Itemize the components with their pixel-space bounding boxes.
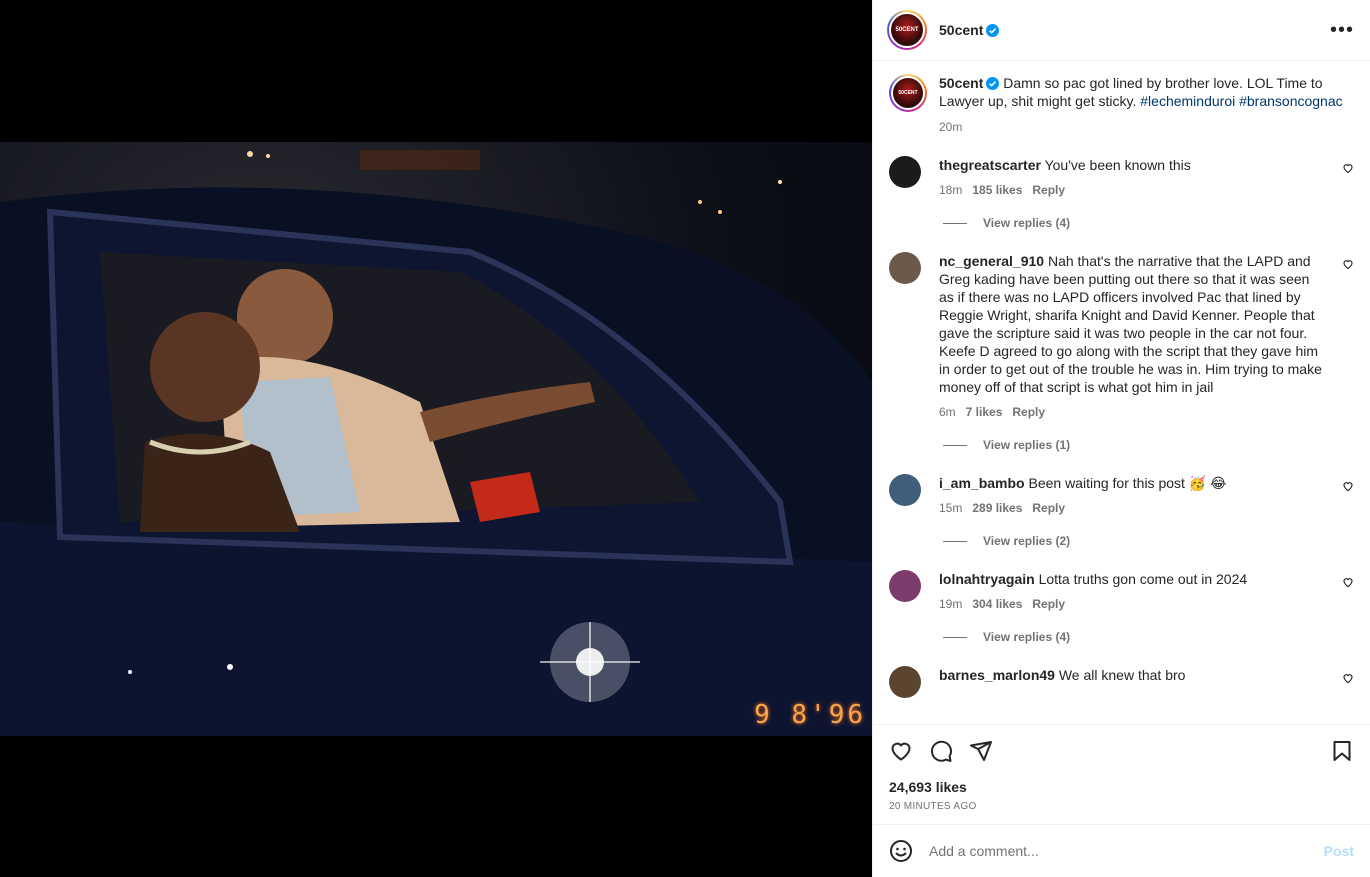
commenter-avatar[interactable] <box>889 156 921 188</box>
commenter-username[interactable]: i_am_bambo <box>939 475 1025 491</box>
comment: i_am_bambo Been waiting for this post 🥳 … <box>889 474 1354 515</box>
comment-time[interactable]: 6m <box>939 405 956 419</box>
hashtag-link[interactable]: #lecheminduroi <box>1140 93 1235 109</box>
post-header: 50CENT 50cent ••• <box>873 0 1370 61</box>
share-send-icon[interactable] <box>969 739 993 763</box>
commenter-avatar[interactable] <box>889 252 921 284</box>
like-comment-icon[interactable] <box>1342 162 1354 174</box>
comment-time[interactable]: 19m <box>939 597 962 611</box>
post-media: 9 8'96 <box>0 0 872 877</box>
commenter-username[interactable]: thegreatscarter <box>939 157 1041 173</box>
emoji-icon[interactable] <box>889 839 913 863</box>
commenter-avatar[interactable] <box>889 570 921 602</box>
view-replies-button[interactable]: View replies (4) <box>943 216 1354 230</box>
replies-divider <box>943 222 967 224</box>
post-actions: 24,693 likes 20 MINUTES AGO <box>873 724 1370 812</box>
comment-text: Lotta truths gon come out in 2024 <box>1038 571 1248 587</box>
avatar-logo: 50CENT <box>891 76 925 110</box>
view-replies-button[interactable]: View replies (4) <box>943 630 1354 644</box>
like-heart-icon[interactable] <box>889 739 913 763</box>
post-side-panel: 50CENT 50cent ••• 50CENT 50cent Damn so … <box>872 0 1370 877</box>
comment: barnes_marlon49 We all knew that bro <box>889 666 1354 698</box>
date-stamp: 9 8'96 <box>754 700 866 730</box>
comment-likes[interactable]: 304 likes <box>972 597 1022 611</box>
view-replies-label: View replies (2) <box>983 534 1071 548</box>
commenter-avatar[interactable] <box>889 666 921 698</box>
comment: nc_general_910 Nah that's the narrative … <box>889 252 1354 419</box>
author-avatar[interactable]: 50CENT <box>887 10 927 50</box>
comment: lolnahtryagain Lotta truths gon come out… <box>889 570 1354 611</box>
comments-scroll-area[interactable]: 50CENT 50cent Damn so pac got lined by b… <box>873 62 1370 724</box>
reply-button[interactable]: Reply <box>1032 597 1065 611</box>
comment-likes[interactable]: 185 likes <box>972 183 1022 197</box>
view-replies-label: View replies (4) <box>983 216 1071 230</box>
caption-username[interactable]: 50cent <box>939 75 983 91</box>
like-comment-icon[interactable] <box>1342 576 1354 588</box>
verified-badge-icon <box>986 77 1000 90</box>
caption-time[interactable]: 20m <box>939 120 1354 134</box>
post-comment-button[interactable]: Post <box>1324 843 1354 859</box>
view-replies-label: View replies (4) <box>983 630 1071 644</box>
likes-count[interactable]: 24,693 likes <box>889 779 1354 795</box>
caption-avatar[interactable]: 50CENT <box>889 74 927 112</box>
replies-divider <box>943 444 967 446</box>
comment: thegreatscarter You've been known this 1… <box>889 156 1354 197</box>
save-bookmark-icon[interactable] <box>1330 739 1354 763</box>
comment-text: We all knew that bro <box>1058 667 1186 683</box>
like-comment-icon[interactable] <box>1342 672 1354 684</box>
commenter-username[interactable]: barnes_marlon49 <box>939 667 1055 683</box>
comment-text: You've been known this <box>1044 157 1191 173</box>
verified-badge-icon <box>986 23 1000 37</box>
instagram-post: 9 8'96 50CENT 50cent ••• 50CENT 50cent D… <box>0 0 1370 877</box>
add-comment-bar: Post <box>873 824 1370 877</box>
commenter-avatar[interactable] <box>889 474 921 506</box>
comment-text: Nah that's the narrative that the LAPD a… <box>939 253 1322 395</box>
comment-input[interactable] <box>929 843 1324 859</box>
like-comment-icon[interactable] <box>1342 258 1354 270</box>
comment-likes[interactable]: 289 likes <box>972 501 1022 515</box>
reply-button[interactable]: Reply <box>1012 405 1045 419</box>
commenter-username[interactable]: lolnahtryagain <box>939 571 1035 587</box>
reply-button[interactable]: Reply <box>1032 183 1065 197</box>
view-replies-button[interactable]: View replies (2) <box>943 534 1354 548</box>
post-photo[interactable]: 9 8'96 <box>0 142 872 736</box>
reply-button[interactable]: Reply <box>1032 501 1065 515</box>
view-replies-label: View replies (1) <box>983 438 1071 452</box>
replies-divider <box>943 636 967 638</box>
avatar-logo: 50CENT <box>889 12 925 48</box>
comment-text: Been waiting for this post 🥳 😂 <box>1028 475 1227 491</box>
caption: 50CENT 50cent Damn so pac got lined by b… <box>889 74 1354 134</box>
like-comment-icon[interactable] <box>1342 480 1354 492</box>
hashtag-link[interactable]: #bransoncognac <box>1239 93 1343 109</box>
comment-time[interactable]: 15m <box>939 501 962 515</box>
post-timestamp[interactable]: 20 MINUTES AGO <box>889 801 1354 812</box>
comment-time[interactable]: 18m <box>939 183 962 197</box>
action-icons <box>889 739 1354 763</box>
comment-likes[interactable]: 7 likes <box>966 405 1003 419</box>
caption-text-block: 50cent Damn so pac got lined by brother … <box>939 74 1354 110</box>
commenter-username[interactable]: nc_general_910 <box>939 253 1044 269</box>
comment-bubble-icon[interactable] <box>929 739 953 763</box>
photo-illustration <box>0 150 872 736</box>
author-username[interactable]: 50cent <box>939 22 983 38</box>
view-replies-button[interactable]: View replies (1) <box>943 438 1354 452</box>
more-options-icon[interactable]: ••• <box>1330 20 1354 40</box>
replies-divider <box>943 540 967 542</box>
